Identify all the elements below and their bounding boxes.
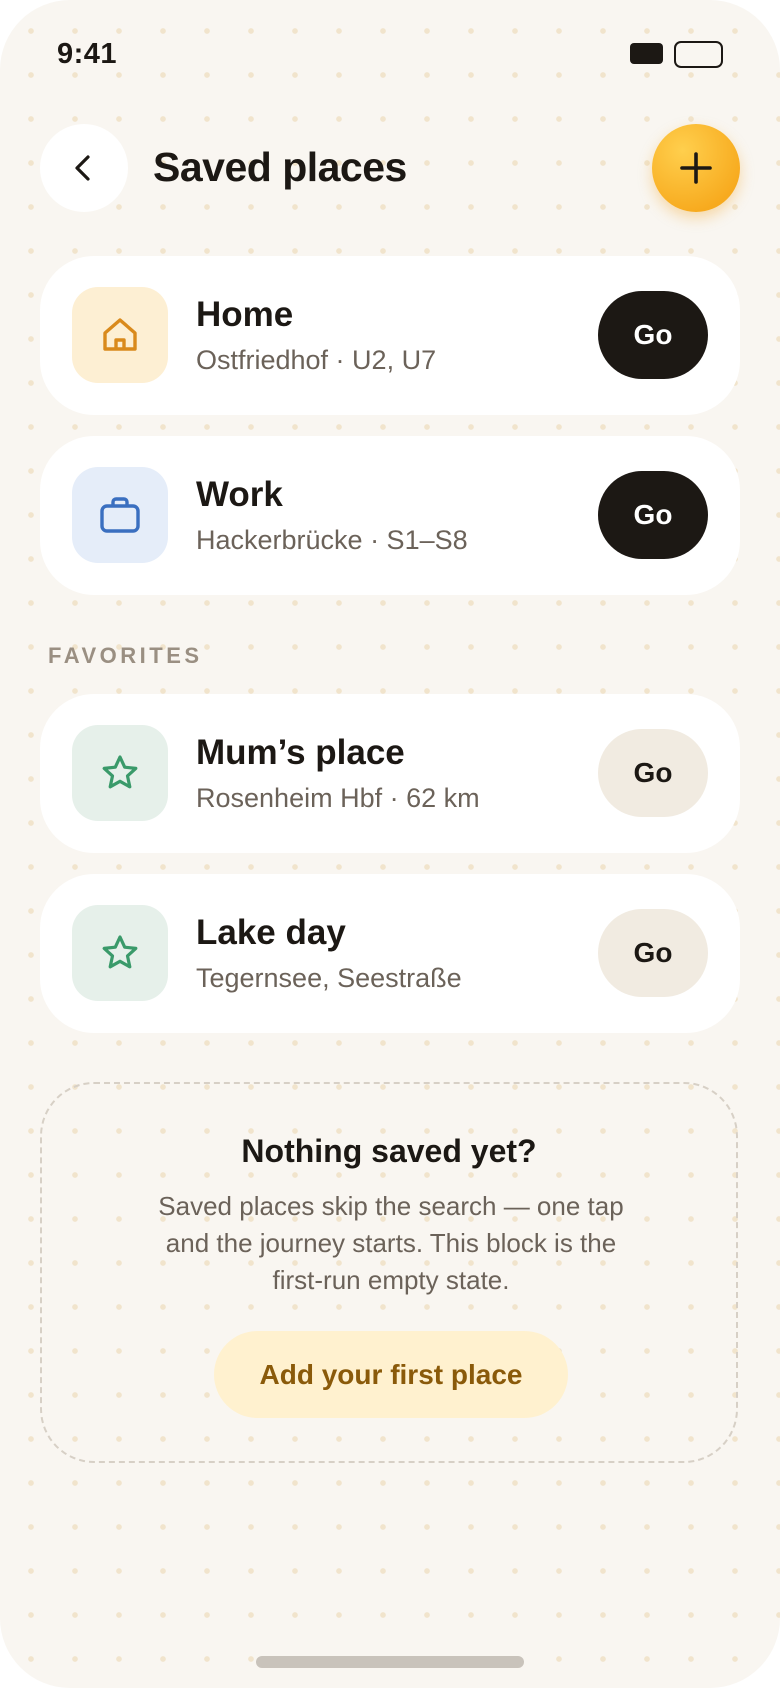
place-subtitle: Ostfriedhof · U2, U7	[196, 345, 437, 375]
empty-state-title: Nothing saved yet?	[241, 1133, 537, 1169]
empty-state-card: Nothing saved yet? Saved places skip the…	[40, 1082, 738, 1463]
saved-place-card-favorite[interactable]: Mum’s place Rosenheim Hbf · 62 km Go	[40, 694, 740, 853]
place-title: Work	[196, 475, 283, 514]
favorite-tile	[72, 725, 168, 821]
plus-icon	[680, 152, 712, 184]
place-subtitle: Hackerbrücke · S1–S8	[196, 525, 468, 555]
page-title: Saved places	[153, 144, 407, 190]
back-button[interactable]	[40, 124, 128, 212]
status-time: 9:41	[57, 38, 118, 70]
empty-state-body: Saved places skip the search — one tap a…	[158, 1191, 624, 1295]
signal-icon	[630, 43, 663, 64]
chevron-left-icon	[75, 155, 90, 181]
saved-place-card-home[interactable]: Home Ostfriedhof · U2, U7 Go	[40, 256, 740, 415]
phone-screen: 9:41 Saved places Home Ostfriedhof · U2,…	[0, 0, 780, 1688]
place-title: Mum’s place	[196, 733, 405, 772]
go-button-home[interactable]: Go	[598, 291, 708, 379]
favorites-section-label: FAVORITES	[48, 643, 203, 668]
briefcase-icon	[100, 497, 140, 533]
add-first-place-button[interactable]: Add your first place	[214, 1331, 568, 1418]
saved-place-card-favorite[interactable]: Lake day Tegernsee, Seestraße Go	[40, 874, 740, 1033]
star-icon	[102, 935, 138, 969]
home-indicator[interactable]	[256, 1656, 524, 1668]
place-title: Lake day	[196, 913, 346, 952]
go-button-lake-day[interactable]: Go	[598, 909, 708, 997]
place-title: Home	[196, 295, 294, 334]
saved-place-card-work[interactable]: Work Hackerbrücke · S1–S8 Go	[40, 436, 740, 595]
place-subtitle: Rosenheim Hbf · 62 km	[196, 783, 480, 813]
favorite-tile	[72, 905, 168, 1001]
go-button-work[interactable]: Go	[598, 471, 708, 559]
add-place-button[interactable]	[652, 124, 740, 212]
go-button-mums-place[interactable]: Go	[598, 729, 708, 817]
star-icon	[102, 755, 138, 789]
home-tile	[72, 287, 168, 383]
place-subtitle: Tegernsee, Seestraße	[196, 963, 462, 993]
battery-icon	[674, 41, 723, 68]
house-icon	[103, 318, 137, 351]
work-tile	[72, 467, 168, 563]
